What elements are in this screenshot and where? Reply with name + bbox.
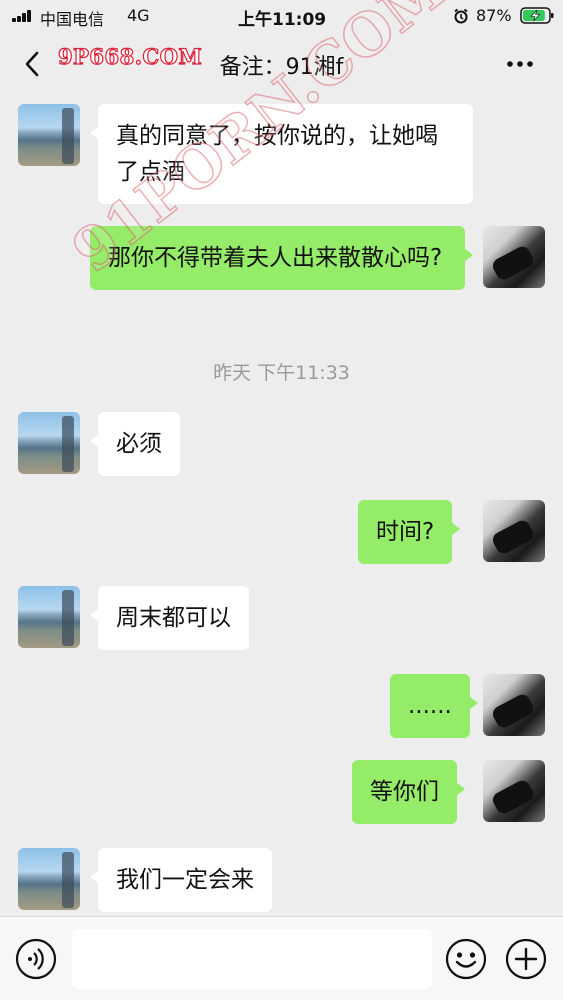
more-options-icon[interactable]	[502, 56, 538, 72]
message-text: 等你们	[370, 779, 439, 805]
message-bubble-received[interactable]: 必须	[90, 412, 180, 476]
self-avatar[interactable]	[483, 760, 545, 822]
message-bubble-sent[interactable]: 等你们	[352, 760, 465, 824]
status-bar: 中国电信 4G 上午11:09 87%	[0, 0, 563, 32]
battery-percent: 87%	[476, 6, 512, 25]
contact-avatar[interactable]	[18, 412, 80, 474]
message-bubble-received[interactable]: 我们一定会来	[90, 848, 272, 912]
voice-icon[interactable]	[14, 937, 58, 981]
contact-avatar[interactable]	[18, 104, 80, 166]
input-bar	[0, 916, 563, 1000]
message-text: 那你不得带着夫人出来散散心吗?	[108, 245, 443, 271]
network-type: 4G	[127, 6, 150, 25]
contact-avatar[interactable]	[18, 848, 80, 910]
battery-icon	[520, 7, 554, 24]
carrier-name: 中国电信	[40, 10, 105, 29]
message-bubble-received[interactable]: 周末都可以	[90, 586, 249, 650]
self-avatar[interactable]	[483, 674, 545, 736]
signal-icon	[12, 10, 32, 22]
message-timestamp: 昨天 下午11:33	[213, 362, 350, 384]
status-time: 上午11:09	[238, 10, 327, 30]
self-avatar[interactable]	[483, 500, 545, 562]
message-text: 周末都可以	[116, 605, 231, 631]
self-avatar[interactable]	[483, 226, 545, 288]
message-text: 我们一定会来	[116, 867, 254, 893]
plus-icon[interactable]	[504, 937, 548, 981]
watermark-logo: 9P668.COM	[57, 43, 203, 69]
emoji-icon[interactable]	[444, 937, 488, 981]
message-text: 必须	[116, 431, 162, 457]
message-bubble-sent[interactable]: 时间?	[358, 500, 461, 564]
message-bubble-sent[interactable]: ......	[390, 674, 478, 738]
alarm-icon	[454, 8, 468, 24]
contact-avatar[interactable]	[18, 586, 80, 648]
message-input[interactable]	[72, 929, 432, 989]
message-text: ......	[408, 693, 452, 719]
message-text: 时间?	[376, 519, 435, 545]
